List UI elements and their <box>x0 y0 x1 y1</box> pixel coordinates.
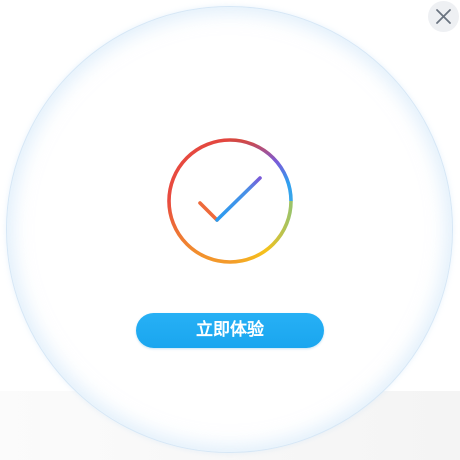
try-now-button[interactable]: 立即体验 <box>136 313 324 348</box>
check-circle-icon <box>167 138 293 264</box>
close-button[interactable] <box>428 1 459 32</box>
success-dialog: 立即体验 <box>0 0 460 460</box>
close-icon <box>436 9 451 24</box>
